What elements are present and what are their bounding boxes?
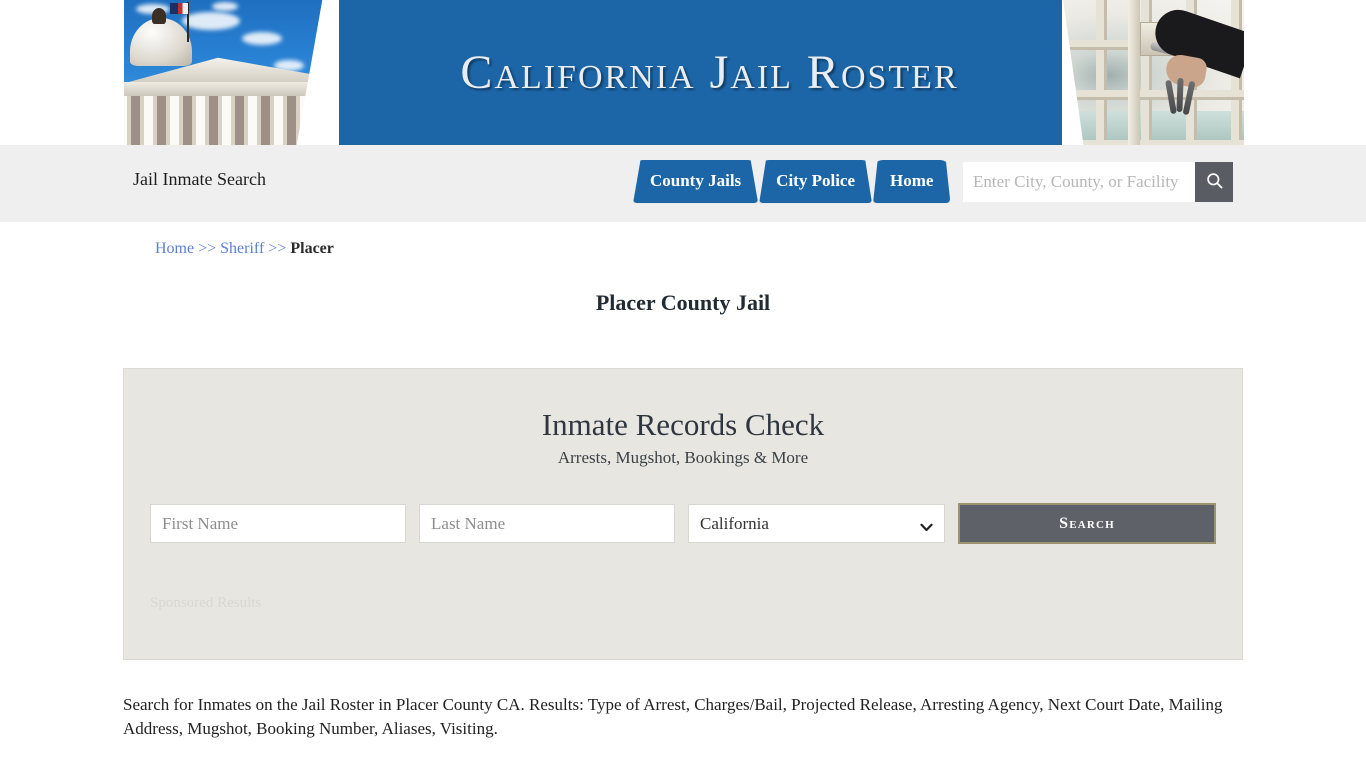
key-shape (1182, 80, 1196, 116)
breadcrumb: Home >> Sheriff >> Placer (123, 222, 1243, 258)
navigation-bar: Jail Inmate Search County Jails City Pol… (0, 145, 1366, 222)
state-select[interactable]: California (688, 504, 946, 543)
page-description: Search for Inmates on the Jail Roster in… (123, 695, 1223, 739)
card-subtitle: Arrests, Mugshot, Bookings & More (557, 448, 809, 467)
inmate-search-button[interactable]: Search (958, 503, 1216, 544)
search-icon (1205, 171, 1224, 193)
card-title: Inmate Records Check (541, 407, 825, 442)
breadcrumb-separator: >> (198, 240, 217, 257)
state-capitol-photo (124, 0, 339, 145)
nav-tab-home[interactable]: Home (873, 160, 951, 204)
site-header: California Jail Roster (0, 0, 1366, 145)
key-shape (1165, 79, 1177, 115)
sponsored-results-label: Sponsored Results (150, 595, 262, 611)
page-title: Placer County Jail (595, 290, 771, 315)
cloud-shape (242, 32, 282, 45)
cloud-shape (212, 2, 238, 11)
last-name-input[interactable] (419, 504, 676, 543)
breadcrumb-link-home[interactable]: Home (155, 240, 194, 257)
flag-icon (170, 3, 188, 14)
breadcrumb-link-sheriff[interactable]: Sheriff (220, 240, 264, 257)
header-banner: California Jail Roster (124, 0, 1244, 145)
header-search-button[interactable] (1195, 162, 1233, 202)
main-nav-tabs: County Jails City Police Home (633, 160, 951, 204)
header-search-input[interactable] (963, 162, 1195, 202)
breadcrumb-current: Placer (290, 240, 334, 257)
breadcrumb-separator: >> (268, 240, 287, 257)
nav-tab-city-police[interactable]: City Police (759, 160, 873, 204)
keys-icon (1165, 77, 1196, 116)
capitol-columns (124, 96, 339, 145)
page-content: Home >> Sheriff >> Placer Placer County Jail… (123, 222, 1243, 741)
banner-title: California Jail Roster (460, 46, 959, 99)
jail-door-frame (1128, 0, 1140, 145)
state-select-wrapper: California (688, 504, 946, 543)
inmate-search-form: California Search (124, 503, 1242, 544)
nav-tab-county-jails[interactable]: County Jails (633, 160, 759, 204)
capitol-cupola (152, 8, 166, 24)
cloud-shape (182, 12, 240, 30)
jail-door-keys-photo (1062, 0, 1244, 145)
header-search-form (963, 162, 1233, 202)
site-brand: Jail Inmate Search (133, 169, 266, 189)
inmate-records-check-card: Inmate Records Check Arrests, Mugshot, B… (123, 368, 1243, 660)
first-name-input[interactable] (150, 504, 407, 543)
key-shape (1176, 77, 1184, 113)
